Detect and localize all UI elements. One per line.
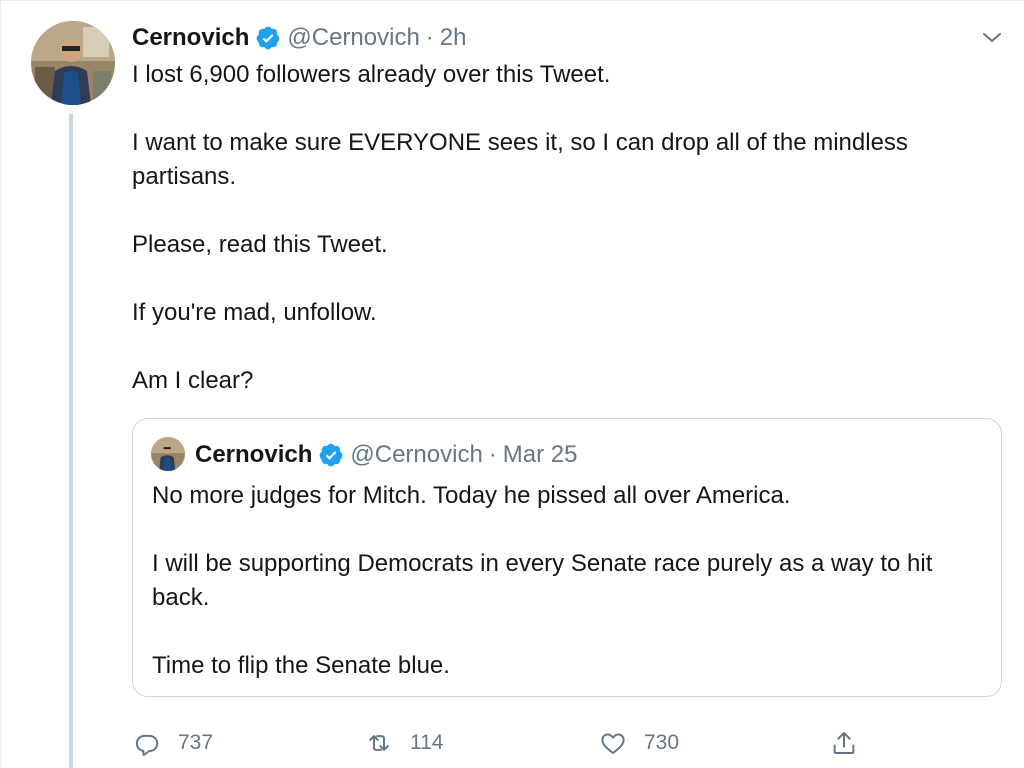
tweet-line: Please, read this Tweet. (132, 231, 388, 258)
quoted-tweet-line: Time to flip the Senate blue. (152, 652, 450, 679)
timestamp[interactable]: 2h (440, 24, 467, 52)
tweet-line (132, 262, 992, 296)
reply-bubble-icon (132, 728, 162, 758)
heart-icon (598, 728, 628, 758)
chevron-down-icon[interactable] (980, 26, 1004, 50)
reply-count: 737 (178, 731, 214, 754)
quoted-tweet-line (152, 513, 987, 547)
retweet-count: 114 (410, 731, 444, 754)
quoted-author-handle[interactable]: @Cernovich (350, 441, 482, 469)
quoted-tweet-line (152, 615, 987, 649)
like-count: 730 (644, 731, 680, 754)
quoted-avatar[interactable] (151, 437, 185, 471)
share-upload-icon (829, 728, 859, 758)
tweet-line: If you're mad, unfollow. (132, 299, 377, 326)
tweet-line (132, 330, 992, 364)
author-name[interactable]: Cernovich (132, 24, 249, 52)
quoted-timestamp[interactable]: Mar 25 (503, 441, 578, 469)
reply-button[interactable]: 737 (132, 725, 213, 761)
quoted-tweet-card[interactable]: Cernovich @Cernovich · Mar 25 No more ju… (132, 418, 1002, 697)
tweet-actions: 737 114 730 (132, 725, 892, 761)
retweet-button[interactable]: 114 (364, 725, 443, 761)
tweet-line (132, 92, 992, 126)
like-button[interactable]: 730 (598, 725, 679, 761)
top-divider (0, 0, 1024, 1)
quoted-tweet-line: No more judges for Mitch. Today he pisse… (152, 482, 791, 509)
share-button[interactable] (829, 725, 859, 761)
left-divider (0, 0, 1, 768)
quoted-tweet-header: Cernovich @Cernovich · Mar 25 (195, 439, 578, 471)
quoted-author-name[interactable]: Cernovich (195, 441, 312, 469)
tweet-line: I want to make sure EVERYONE sees it, so… (132, 129, 908, 190)
tweet-line: I lost 6,900 followers already over this… (132, 61, 611, 88)
quoted-tweet-text: No more judges for Mitch. Today he pisse… (152, 479, 987, 683)
tweet-line: Am I clear? (132, 367, 254, 394)
tweet-header: Cernovich @Cernovich · 2h (132, 22, 467, 54)
thread-line (69, 114, 73, 768)
verified-badge-icon (255, 25, 281, 51)
separator-dot: · (488, 441, 497, 468)
verified-badge-icon (318, 442, 344, 468)
tweet-text: I lost 6,900 followers already over this… (132, 58, 992, 398)
author-handle[interactable]: @Cernovich (287, 24, 419, 52)
separator-dot: · (425, 24, 434, 51)
retweet-arrows-icon (364, 728, 394, 758)
tweet-line (132, 194, 992, 228)
avatar[interactable] (31, 21, 115, 105)
quoted-tweet-line: I will be supporting Democrats in every … (152, 550, 933, 611)
